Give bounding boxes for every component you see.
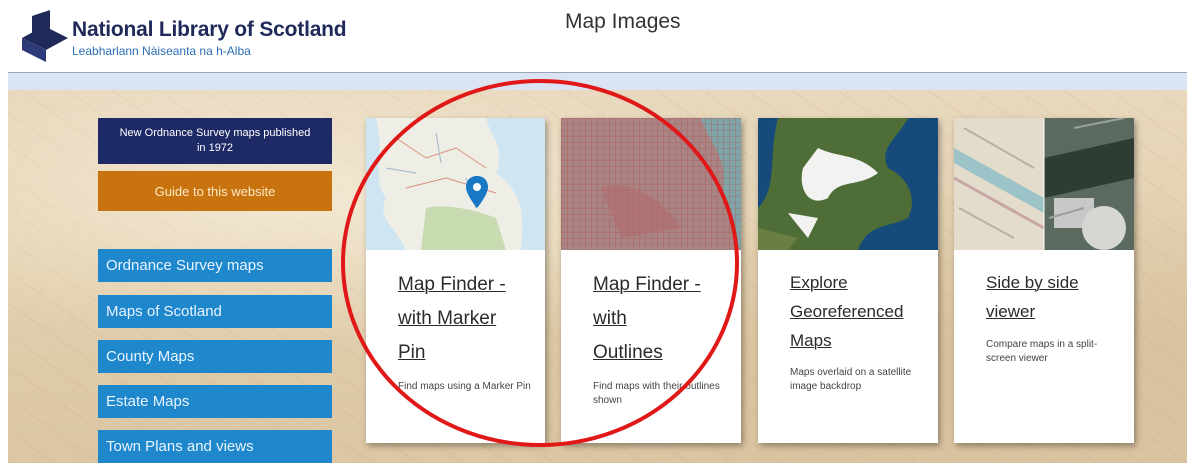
card-description: Maps overlaid on a satellite image backd… xyxy=(790,367,912,392)
notice-button[interactable]: New Ordnance Survey maps published in 19… xyxy=(98,118,332,164)
guide-button[interactable]: Guide to this website xyxy=(98,171,332,211)
card-image-marker-map[interactable] xyxy=(366,118,545,250)
card-title-line[interactable]: viewer xyxy=(986,297,1126,326)
card-image-split-viewer[interactable] xyxy=(954,118,1134,250)
card-title[interactable]: Explore Georeferenced Maps xyxy=(790,268,930,355)
nav-maps-of-scotland[interactable]: Maps of Scotland xyxy=(98,295,332,328)
card-title-line[interactable]: Pin xyxy=(398,336,538,370)
card-image-outlines-map[interactable] xyxy=(561,118,741,250)
card-title-line[interactable]: with xyxy=(593,302,733,336)
card-title-line[interactable]: Georeferenced xyxy=(790,297,930,326)
header-band xyxy=(8,73,1187,90)
card-title-line[interactable]: Maps xyxy=(790,326,930,355)
logo-title: National Library of Scotland xyxy=(72,18,347,41)
card-description: Compare maps in a split-screen viewer xyxy=(986,339,1098,364)
card-title-line[interactable]: with Marker xyxy=(398,302,538,336)
site-header: National Library of Scotland Leabharlann… xyxy=(0,0,1187,72)
card-title-line[interactable]: Explore xyxy=(790,268,930,297)
nav-estate-maps[interactable]: Estate Maps xyxy=(98,385,332,418)
nls-logo[interactable]: National Library of Scotland Leabharlann… xyxy=(20,10,380,64)
card-description: Find maps using a Marker Pin xyxy=(398,381,531,392)
card-title[interactable]: Map Finder - with Outlines xyxy=(593,268,733,370)
nav-town-plans[interactable]: Town Plans and views xyxy=(98,430,332,463)
card-map-finder-marker[interactable]: Map Finder - with Marker Pin Find maps u… xyxy=(366,118,545,443)
nav-ordnance-survey-maps[interactable]: Ordnance Survey maps xyxy=(98,249,332,282)
card-title-line[interactable]: Side by side xyxy=(986,268,1126,297)
card-title-line[interactable]: Outlines xyxy=(593,336,733,370)
card-title-line[interactable]: Map Finder - xyxy=(593,268,733,302)
logo-subtitle: Leabharlann Nàiseanta na h-Alba xyxy=(72,44,251,58)
card-description: Find maps with their outlines shown xyxy=(593,381,720,406)
page-title: Map Images xyxy=(565,10,681,33)
card-image-satellite[interactable] xyxy=(758,118,938,250)
card-map-finder-outlines[interactable]: Map Finder - with Outlines Find maps wit… xyxy=(561,118,741,443)
card-title[interactable]: Map Finder - with Marker Pin xyxy=(398,268,538,370)
nav-county-maps[interactable]: County Maps xyxy=(98,340,332,373)
nls-logo-icon xyxy=(22,10,68,62)
card-title[interactable]: Side by side viewer xyxy=(986,268,1126,326)
card-explore-georeferenced[interactable]: Explore Georeferenced Maps Maps overlaid… xyxy=(758,118,938,443)
card-title-line[interactable]: Map Finder - xyxy=(398,268,538,302)
card-side-by-side[interactable]: Side by side viewer Compare maps in a sp… xyxy=(954,118,1134,443)
